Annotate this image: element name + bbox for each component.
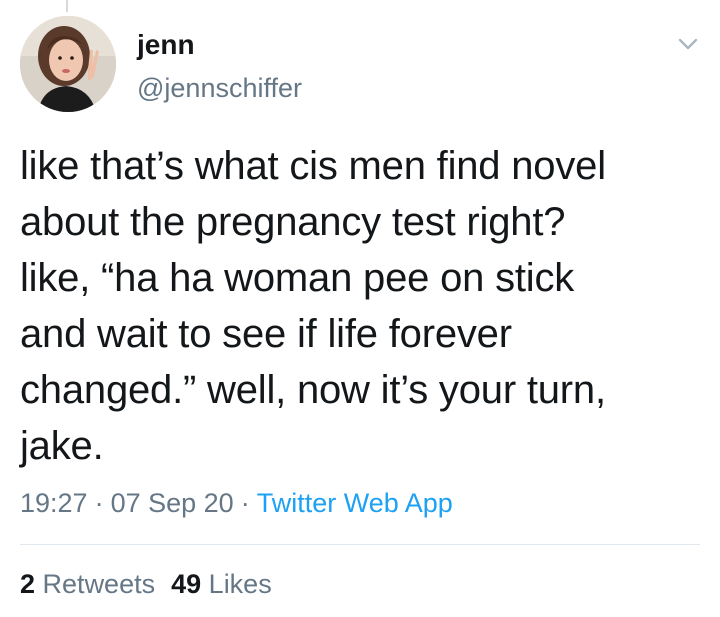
retweets-count: 2: [20, 569, 36, 599]
likes-label: Likes: [208, 569, 272, 599]
tweet-card: jenn @jennschiffer like that’s what cis …: [0, 0, 720, 617]
tweet-text: like that’s what cis men find novel abou…: [20, 144, 606, 468]
tweet-stats: 2 Retweets 49 Likes: [20, 567, 272, 601]
retweets-stat[interactable]: 2 Retweets: [20, 569, 155, 599]
display-name[interactable]: jenn: [137, 28, 195, 62]
tweet-date[interactable]: 07 Sep 20: [111, 488, 234, 518]
meta-separator: ·: [94, 488, 104, 518]
user-handle[interactable]: @jennschiffer: [137, 72, 302, 104]
retweets-label: Retweets: [42, 569, 156, 599]
avatar[interactable]: [20, 16, 116, 112]
thread-line: [66, 0, 68, 12]
chevron-down-icon[interactable]: [674, 30, 702, 58]
divider: [20, 544, 700, 545]
tweet-meta: 19:27 · 07 Sep 20 · Twitter Web App: [20, 486, 453, 520]
tweet-source-link[interactable]: Twitter Web App: [257, 488, 453, 518]
tweet-time[interactable]: 19:27: [20, 488, 88, 518]
meta-separator: ·: [240, 488, 250, 518]
likes-stat[interactable]: 49 Likes: [171, 569, 272, 599]
likes-count: 49: [171, 569, 202, 599]
